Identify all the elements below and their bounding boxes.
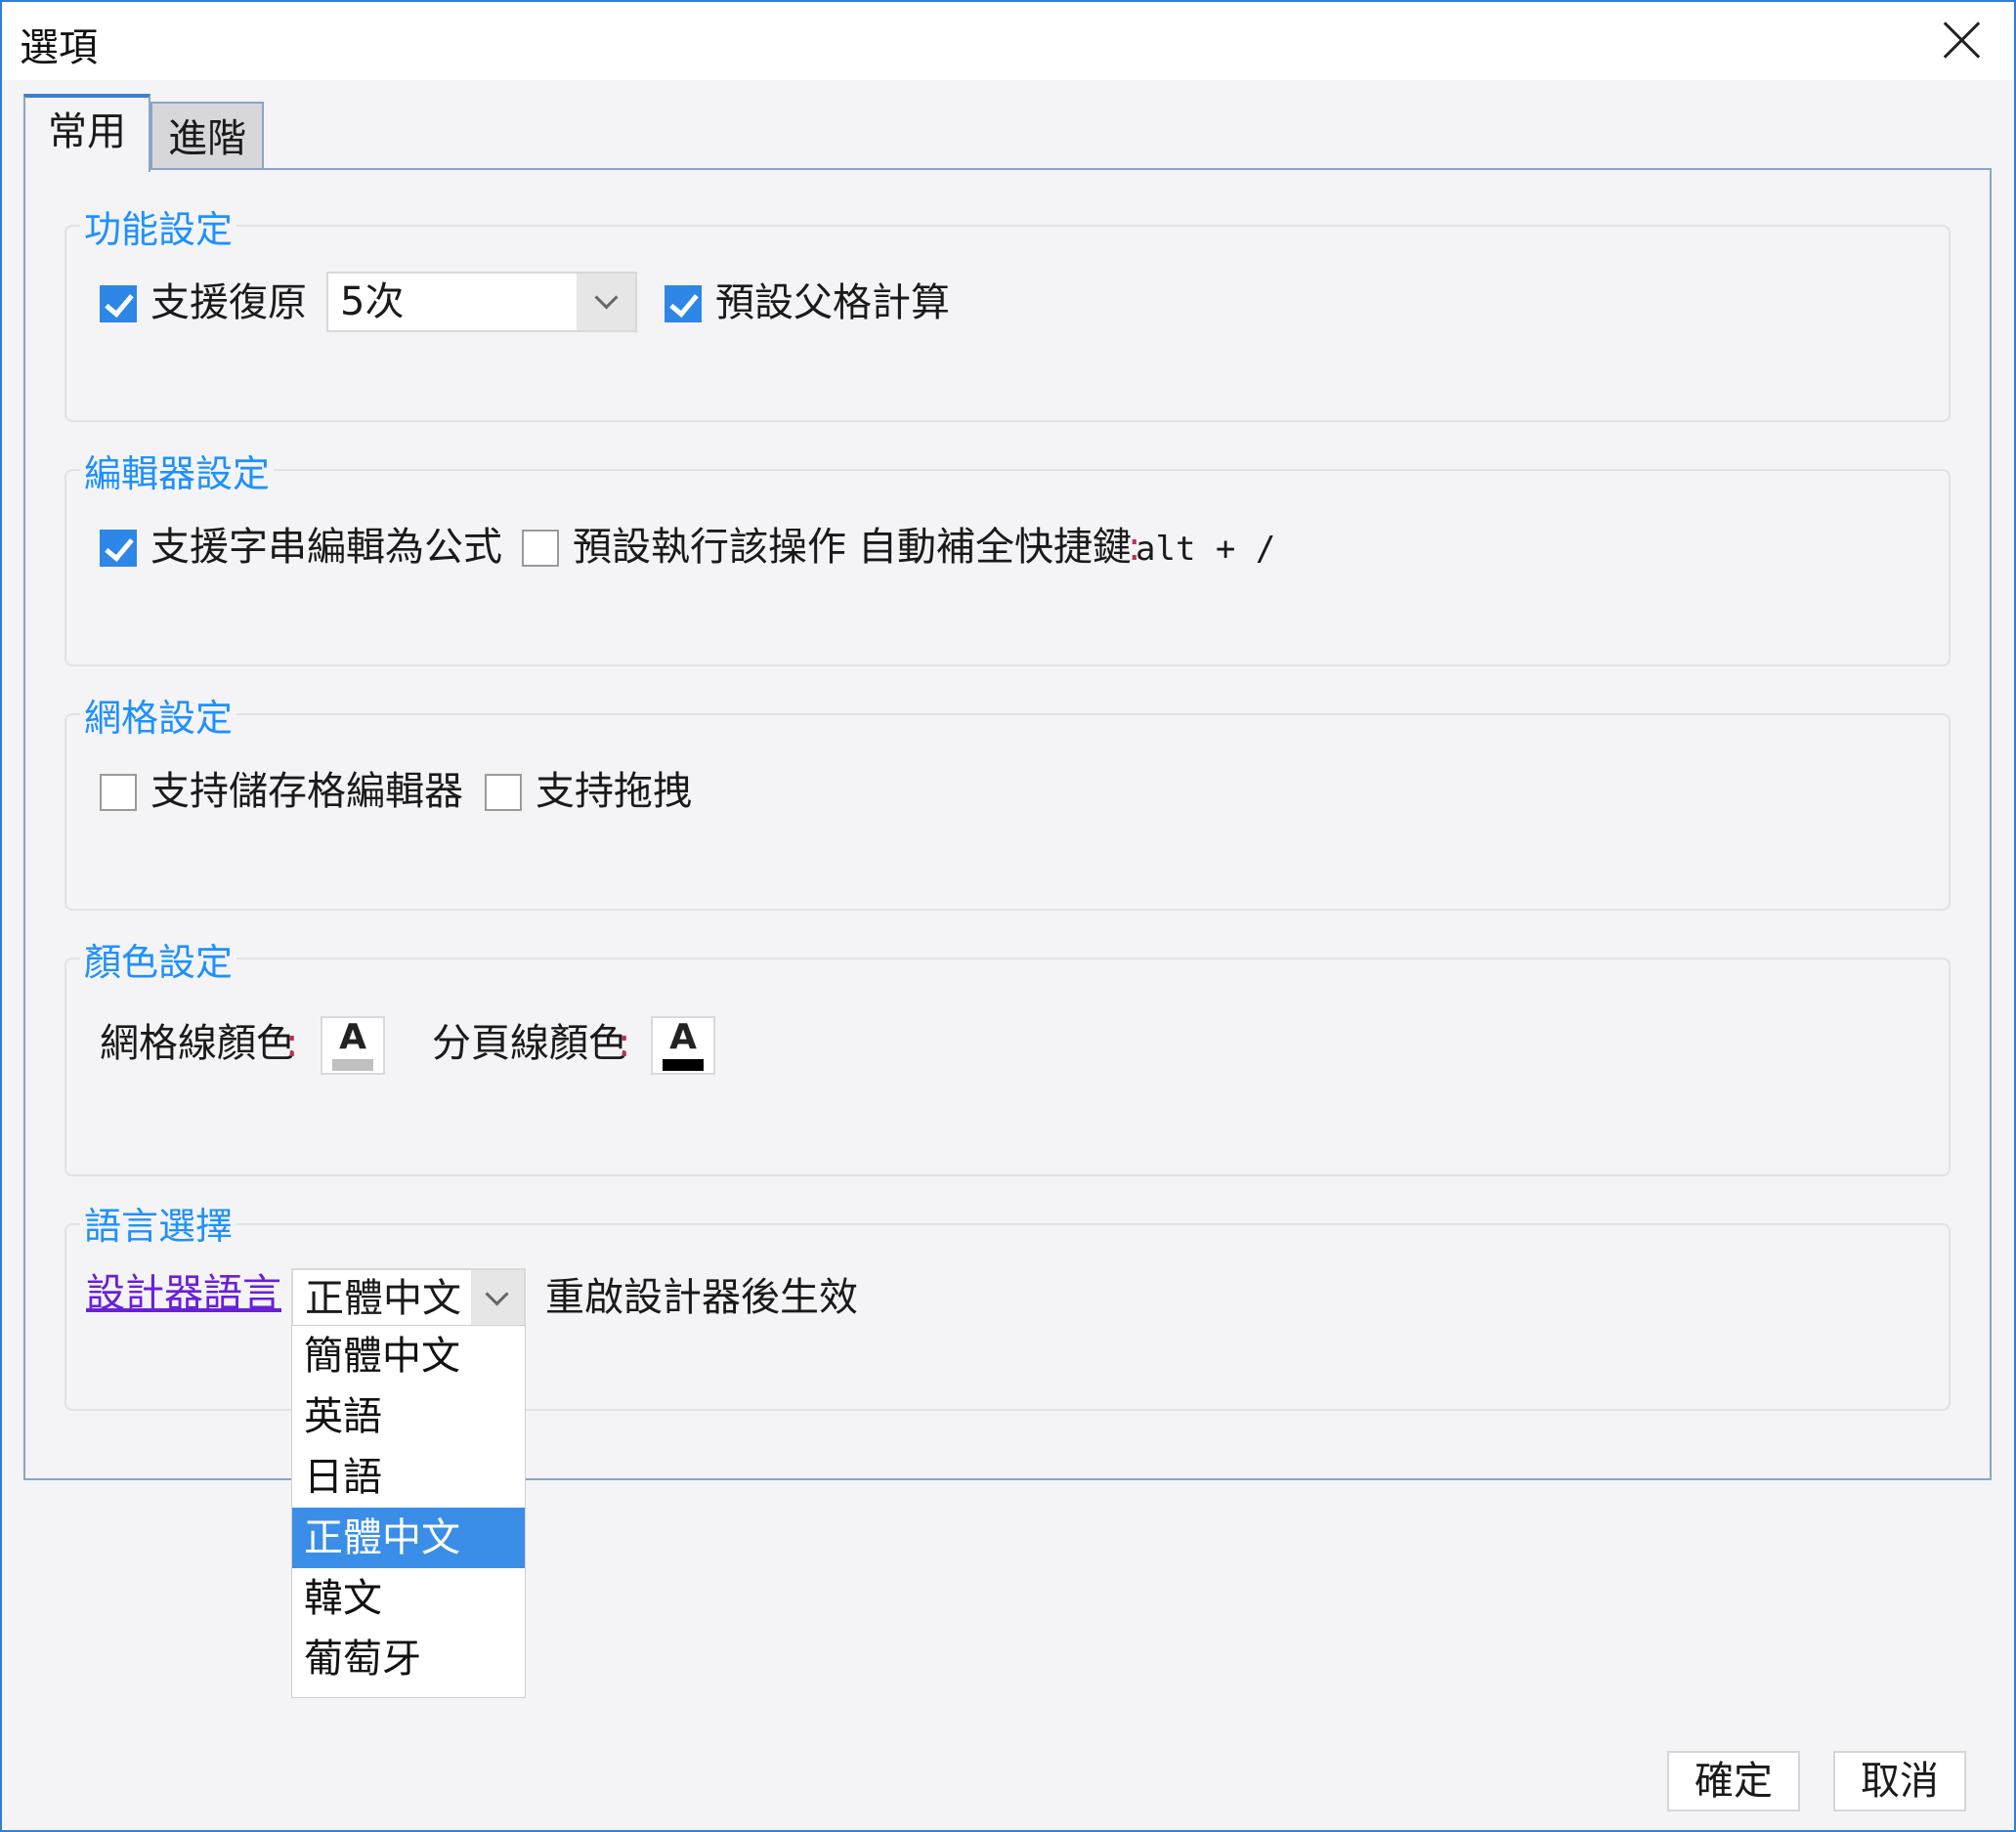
restart-note: 重啟設計器後生效	[545, 1275, 858, 1320]
language-select[interactable]: 正體中文	[291, 1268, 526, 1327]
window-title: 選項	[20, 25, 98, 70]
pageline-color-button[interactable]: A	[651, 1016, 715, 1075]
language-dropdown: 簡體中文 英語 日語 正體中文 韓文 葡萄牙	[291, 1325, 526, 1698]
gridline-color-button[interactable]: A	[321, 1016, 385, 1075]
pageline-color-label: 分頁線顏色	[432, 1021, 627, 1066]
language-title: 語言選擇	[80, 1196, 237, 1250]
gridline-color-label: 網格線顏色	[100, 1021, 295, 1066]
language-option-simplified-chinese[interactable]: 簡體中文	[292, 1326, 525, 1386]
parent-calc-label: 預設父格計算	[715, 280, 950, 325]
editor-settings-title: 編輯器設定	[80, 444, 275, 497]
grid-settings-title: 網格設定	[80, 688, 237, 742]
font-color-icon: A	[669, 1017, 697, 1057]
gridline-color-colon: :	[285, 1021, 299, 1066]
pageline-color-colon: :	[618, 1021, 631, 1066]
chevron-down-icon	[594, 285, 619, 310]
chevron-down-icon	[485, 1282, 509, 1306]
language-option-portuguese[interactable]: 葡萄牙	[292, 1629, 525, 1689]
undo-checkbox[interactable]	[100, 285, 137, 322]
title-bar: 選項	[2, 2, 2014, 80]
default-exec-label: 預設執行該操作	[573, 525, 846, 570]
ok-button[interactable]: 確定	[1667, 1751, 1800, 1811]
options-dialog: 選項 常用 進階 功能設定 支援復原 5次 預設父格計算 編輯器設定 支援字串編…	[0, 0, 2016, 1832]
formula-checkbox[interactable]	[100, 530, 137, 567]
language-select-value: 正體中文	[305, 1276, 461, 1321]
color-settings-title: 顏色設定	[80, 932, 237, 986]
parent-calc-checkbox[interactable]	[665, 285, 702, 322]
drag-label: 支持拖拽	[536, 769, 692, 814]
tab-advanced[interactable]: 進階	[150, 102, 264, 170]
language-option-english[interactable]: 英語	[292, 1386, 525, 1447]
autocomplete-label: 自動補全快捷鍵	[858, 525, 1132, 570]
drag-checkbox[interactable]	[485, 774, 522, 811]
pageline-color-swatch	[663, 1059, 704, 1071]
undo-count-value: 5次	[340, 279, 405, 324]
formula-label: 支援字串編輯為公式	[150, 525, 502, 570]
language-select-arrow[interactable]	[471, 1270, 524, 1325]
designer-language-link[interactable]: 設計器語言	[86, 1270, 281, 1317]
close-icon[interactable]	[1943, 21, 1980, 59]
undo-count-select[interactable]: 5次	[326, 272, 637, 332]
undo-count-arrow[interactable]	[577, 274, 635, 330]
cell-editor-checkbox[interactable]	[100, 774, 137, 811]
cancel-button[interactable]: 取消	[1833, 1751, 1966, 1811]
language-option-japanese[interactable]: 日語	[292, 1447, 525, 1508]
function-settings-title: 功能設定	[80, 199, 237, 253]
default-exec-checkbox[interactable]	[522, 530, 559, 567]
language-option-korean[interactable]: 韓文	[292, 1568, 525, 1629]
autocomplete-shortcut: alt + /	[1136, 530, 1276, 569]
undo-label: 支援復原	[150, 280, 307, 325]
font-color-icon: A	[339, 1017, 366, 1057]
cell-editor-label: 支持儲存格編輯器	[150, 769, 463, 814]
gridline-color-swatch	[332, 1059, 373, 1071]
tab-general[interactable]: 常用	[23, 94, 150, 172]
language-option-traditional-chinese[interactable]: 正體中文	[292, 1508, 525, 1568]
